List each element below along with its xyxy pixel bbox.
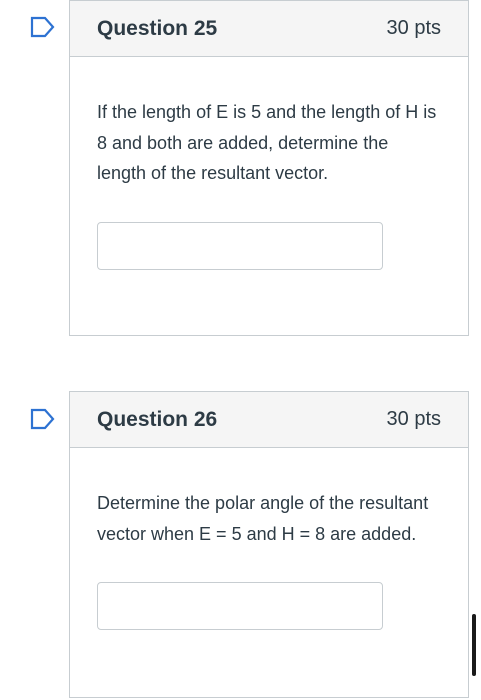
question-title: Question 25 (97, 16, 218, 40)
question-card-26: Question 26 30 pts Determine the polar a… (69, 391, 469, 698)
answer-input[interactable] (97, 221, 383, 270)
question-points: 30 pts (386, 17, 441, 39)
flag-question-icon[interactable] (30, 16, 56, 38)
question-header: Question 26 30 pts (70, 392, 468, 448)
question-body: If the length of E is 5 and the length o… (70, 57, 468, 270)
question-body: Determine the polar angle of the resulta… (70, 448, 468, 630)
question-points: 30 pts (386, 408, 441, 430)
question-header: Question 25 30 pts (70, 1, 468, 57)
question-text: If the length of E is 5 and the length o… (97, 102, 437, 183)
question-text: Determine the polar angle of the resulta… (97, 493, 429, 544)
scrollbar-thumb[interactable] (472, 614, 476, 676)
question-title: Question 26 (97, 407, 218, 431)
flag-question-icon[interactable] (30, 408, 56, 430)
question-card-25: Question 25 30 pts If the length of E is… (69, 0, 469, 336)
answer-input[interactable] (97, 582, 383, 630)
